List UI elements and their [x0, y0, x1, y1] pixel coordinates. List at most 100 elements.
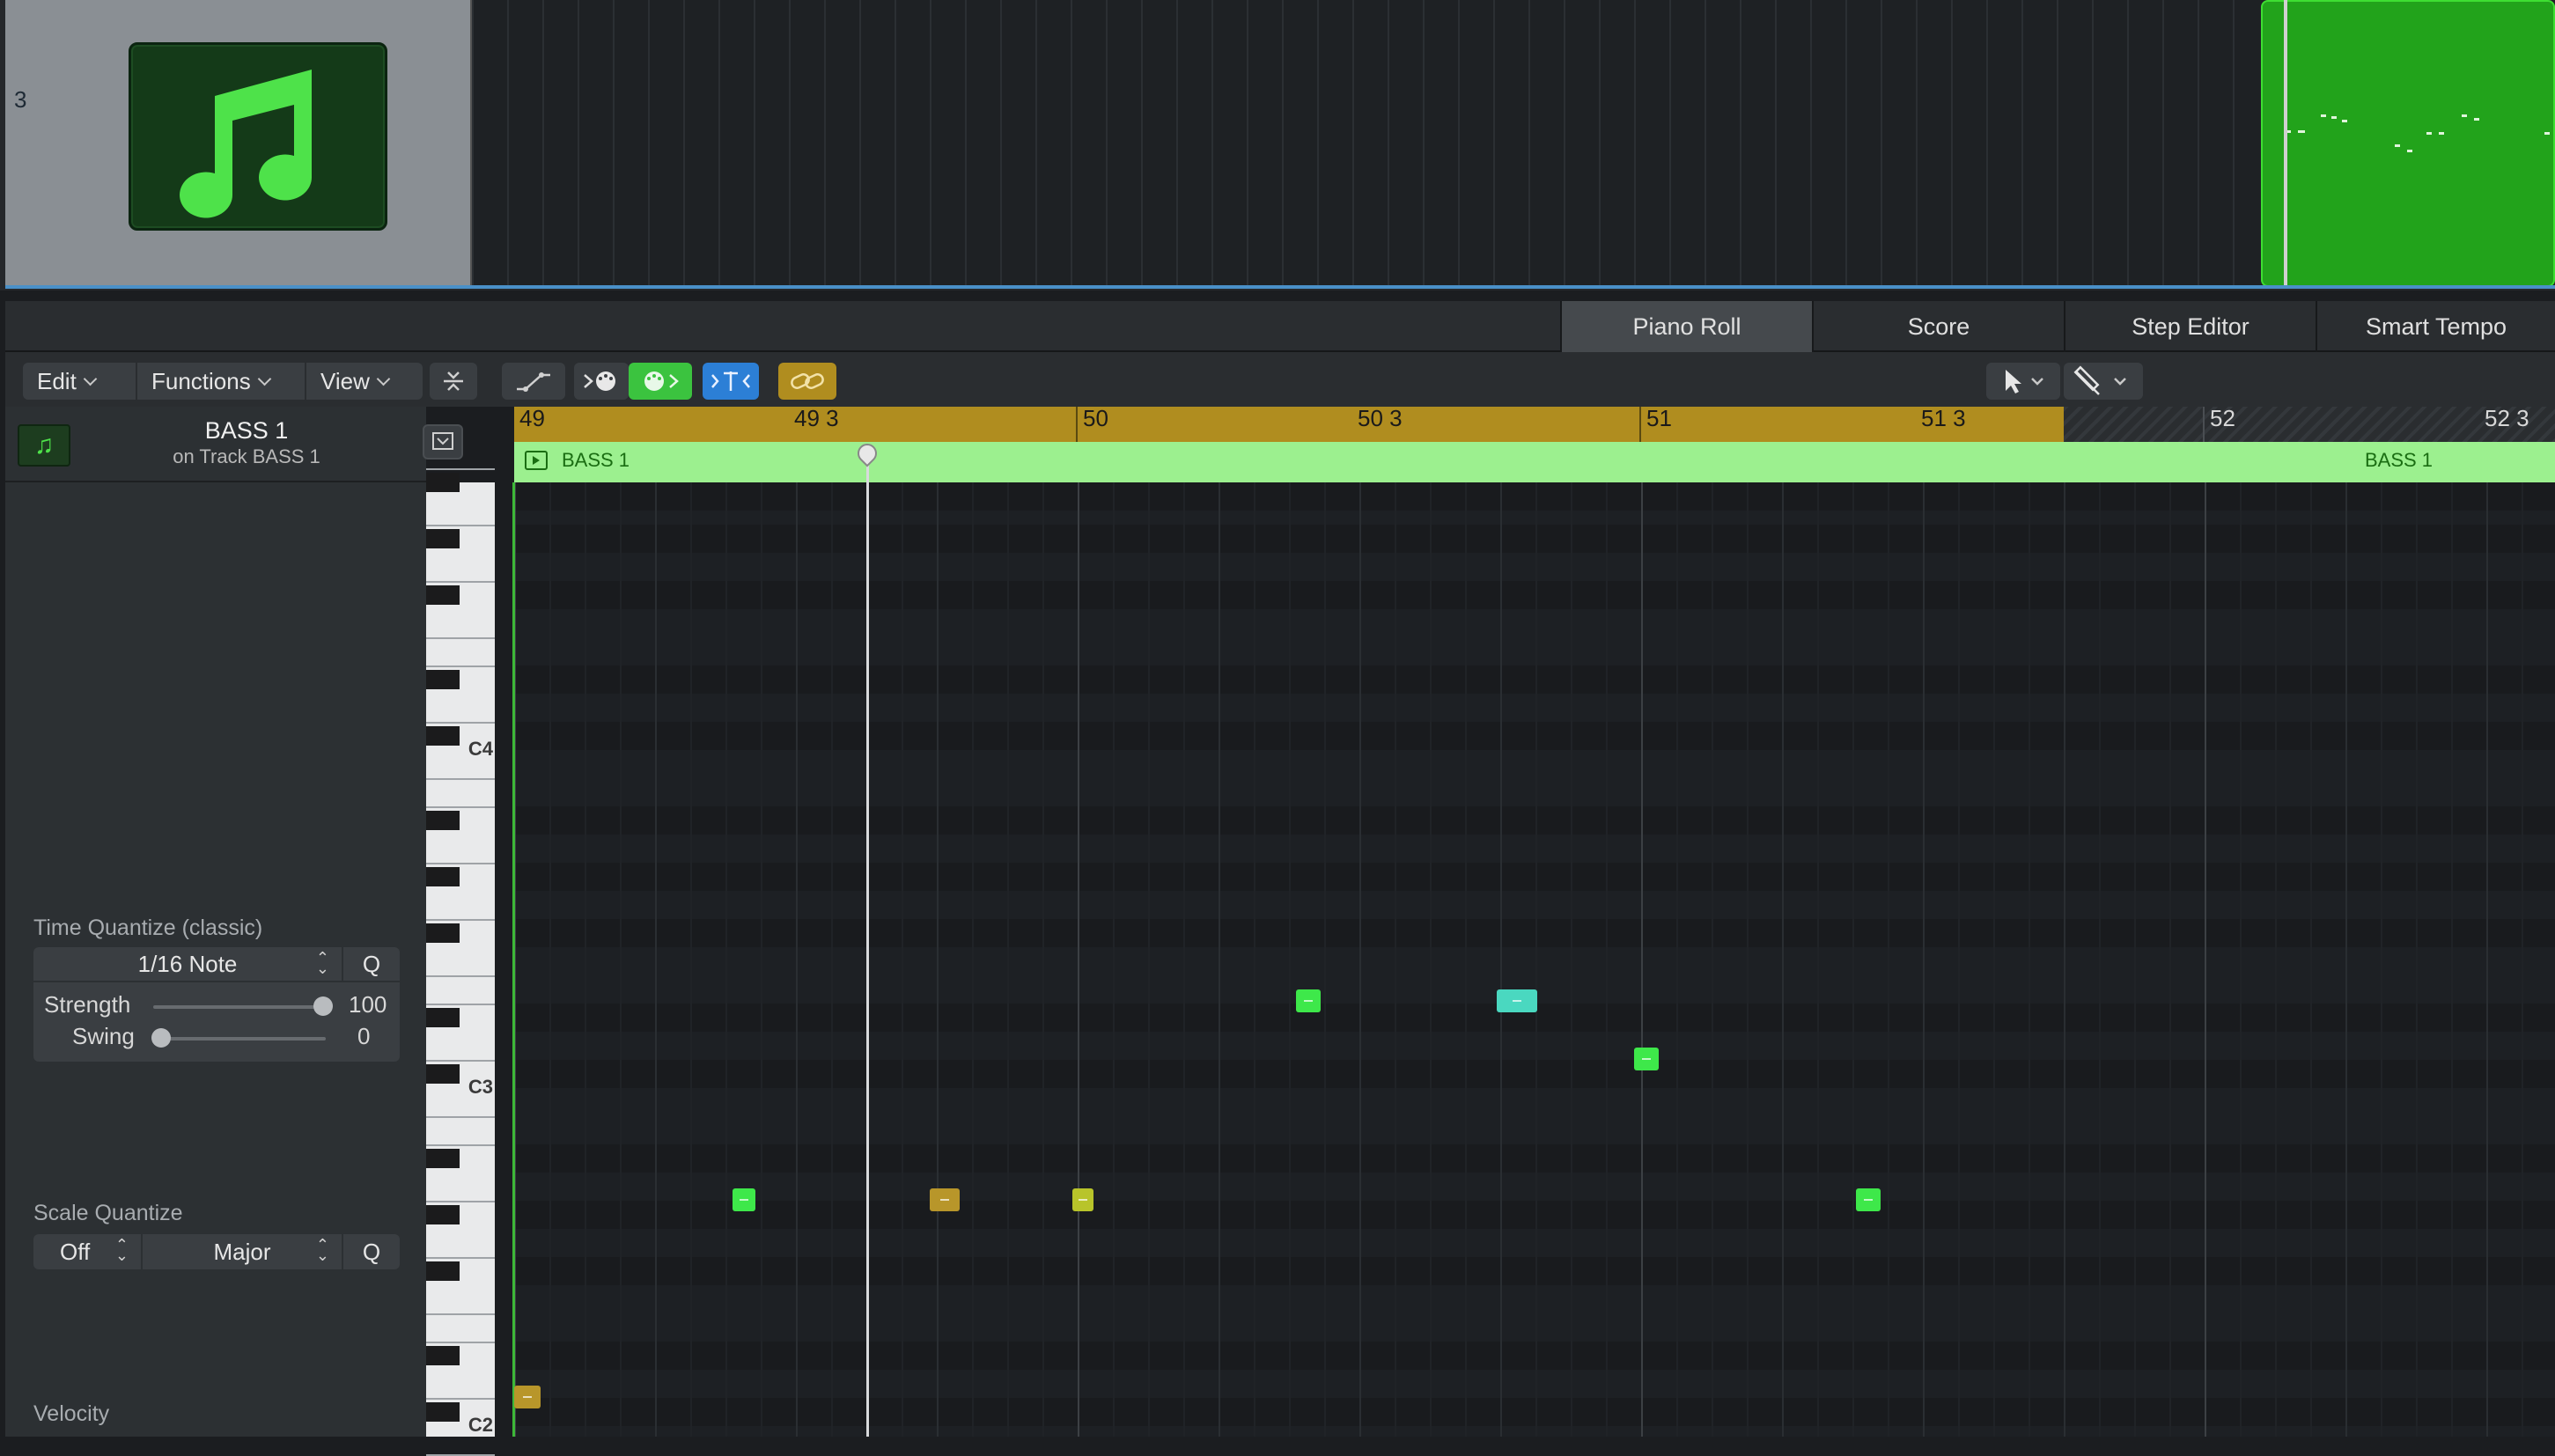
pointer-tool-icon [2006, 370, 2021, 393]
scale-type-select[interactable]: Major ⌃ ⌄ [143, 1234, 343, 1269]
edit-menu[interactable]: Edit [23, 363, 137, 400]
black-key[interactable] [426, 1402, 460, 1422]
black-key[interactable] [426, 1205, 460, 1224]
grid-line [1324, 482, 1326, 1437]
black-key[interactable] [426, 726, 460, 746]
time-quantize-q-button[interactable]: Q [343, 947, 400, 982]
quantize-value: 1/16 Note [137, 950, 238, 977]
grid-row-black [514, 863, 2555, 891]
midi-note[interactable] [1634, 1048, 1659, 1070]
white-key-divider [426, 468, 495, 470]
tab-score[interactable]: Score [1812, 301, 2064, 352]
white-key-divider [426, 1342, 495, 1343]
strength-slider[interactable] [153, 1005, 326, 1009]
tab-smart-tempo[interactable]: Smart Tempo [2316, 301, 2555, 352]
black-key[interactable] [426, 473, 460, 492]
quantize-value-select[interactable]: 1/16 Note ⌃ ⌄ [33, 947, 343, 982]
region-start-line [512, 482, 515, 1437]
pencil-tool-menu[interactable] [2064, 363, 2143, 400]
midi-out-icon[interactable] [629, 363, 692, 400]
scale-root-value: Off [60, 1238, 91, 1265]
grid-line [1465, 482, 1467, 1437]
scale-quantize-q-button[interactable]: Q [343, 1234, 400, 1269]
ruler-label-49: 49 [519, 405, 545, 431]
midi-note[interactable] [1296, 989, 1321, 1012]
black-key[interactable] [426, 1149, 460, 1168]
region-play-icon[interactable] [525, 451, 548, 470]
midi-note[interactable] [1856, 1188, 1881, 1211]
midi-note[interactable] [1072, 1188, 1093, 1211]
grid-line [2240, 482, 2242, 1437]
black-key[interactable] [426, 585, 460, 605]
midi-note[interactable] [733, 1188, 755, 1211]
ruler-bar-tick [1639, 407, 1641, 442]
music-note-icon[interactable]: ♫ [18, 424, 70, 467]
white-key-divider [426, 637, 495, 639]
black-key[interactable] [426, 529, 460, 548]
view-menu[interactable]: View [306, 363, 423, 400]
region-name: BASS 1 [204, 417, 289, 444]
grid-line [2345, 482, 2347, 1437]
piano-keyboard[interactable]: C4 C3 C2 [426, 468, 495, 1456]
black-key[interactable] [426, 1008, 460, 1027]
grid-line [1254, 482, 1255, 1437]
grid-line [831, 482, 833, 1437]
grid-row-black [514, 1342, 2555, 1370]
white-key-divider [426, 525, 495, 526]
swing-slider[interactable] [153, 1037, 326, 1041]
region-header-strip[interactable] [514, 442, 2555, 482]
midi-note[interactable] [514, 1386, 541, 1408]
strength-slider-knob[interactable] [313, 996, 333, 1016]
grid-line [2310, 482, 2312, 1437]
black-key[interactable] [426, 670, 460, 689]
playhead-line-tracks[interactable] [2284, 0, 2287, 287]
black-key[interactable] [426, 1346, 460, 1365]
ruler-label-50-3: 50 3 [1358, 405, 1403, 431]
grid-line [2169, 482, 2171, 1437]
black-key[interactable] [426, 1064, 460, 1084]
midi-note[interactable] [930, 1188, 960, 1211]
piano-roll-grid[interactable] [514, 482, 2555, 1437]
link-icon[interactable] [778, 363, 836, 400]
grid-row-black [514, 806, 2555, 835]
grid-line [1782, 482, 1784, 1437]
collapse-icon[interactable] [430, 363, 477, 400]
pointer-tool-menu[interactable] [1986, 363, 2060, 400]
midi-region-block[interactable] [2261, 0, 2555, 287]
scale-quantize-panel: Off ⌃ ⌄ Major ⌃ ⌄ Q [33, 1234, 400, 1269]
chevron-down-icon [257, 371, 272, 386]
grid-line [2205, 482, 2206, 1437]
grid-row-black [514, 1144, 2555, 1173]
grid-row-black [514, 1060, 2555, 1088]
inspector-menu-button[interactable] [423, 424, 463, 460]
black-key[interactable] [426, 923, 460, 943]
catch-playhead-icon[interactable] [703, 363, 759, 400]
scale-root-select[interactable]: Off ⌃ ⌄ [33, 1234, 143, 1269]
grid-line [1078, 482, 1079, 1437]
playhead-line[interactable] [866, 458, 869, 1437]
music-note-icon[interactable] [129, 42, 387, 231]
grid-line [2522, 482, 2523, 1437]
automation-curve-icon[interactable] [502, 363, 565, 400]
midi-note[interactable] [1497, 989, 1537, 1012]
grid-line [972, 482, 974, 1437]
swing-slider-knob[interactable] [151, 1028, 171, 1048]
tab-step-editor[interactable]: Step Editor [2064, 301, 2316, 352]
black-key[interactable] [426, 1261, 460, 1281]
updown-arrows-icon: ⌃ ⌄ [114, 1236, 129, 1264]
grid-line [1219, 482, 1220, 1437]
black-key[interactable] [426, 867, 460, 886]
midi-in-icon[interactable] [574, 363, 629, 400]
bar-ruler-outside-region[interactable] [2064, 407, 2555, 442]
track-lane[interactable] [472, 0, 2555, 287]
white-key-divider [426, 975, 495, 977]
grid-line [2381, 482, 2382, 1437]
grid-line [1606, 482, 1608, 1437]
functions-menu-label: Functions [151, 367, 251, 394]
tab-piano-roll[interactable]: Piano Roll [1560, 301, 1812, 352]
grid-line [1747, 482, 1749, 1437]
grid-line [761, 482, 762, 1437]
functions-menu[interactable]: Functions [137, 363, 306, 400]
time-quantize-panel: 1/16 Note ⌃ ⌄ Q Strength 100 Swing 0 [33, 947, 400, 1062]
black-key[interactable] [426, 811, 460, 830]
